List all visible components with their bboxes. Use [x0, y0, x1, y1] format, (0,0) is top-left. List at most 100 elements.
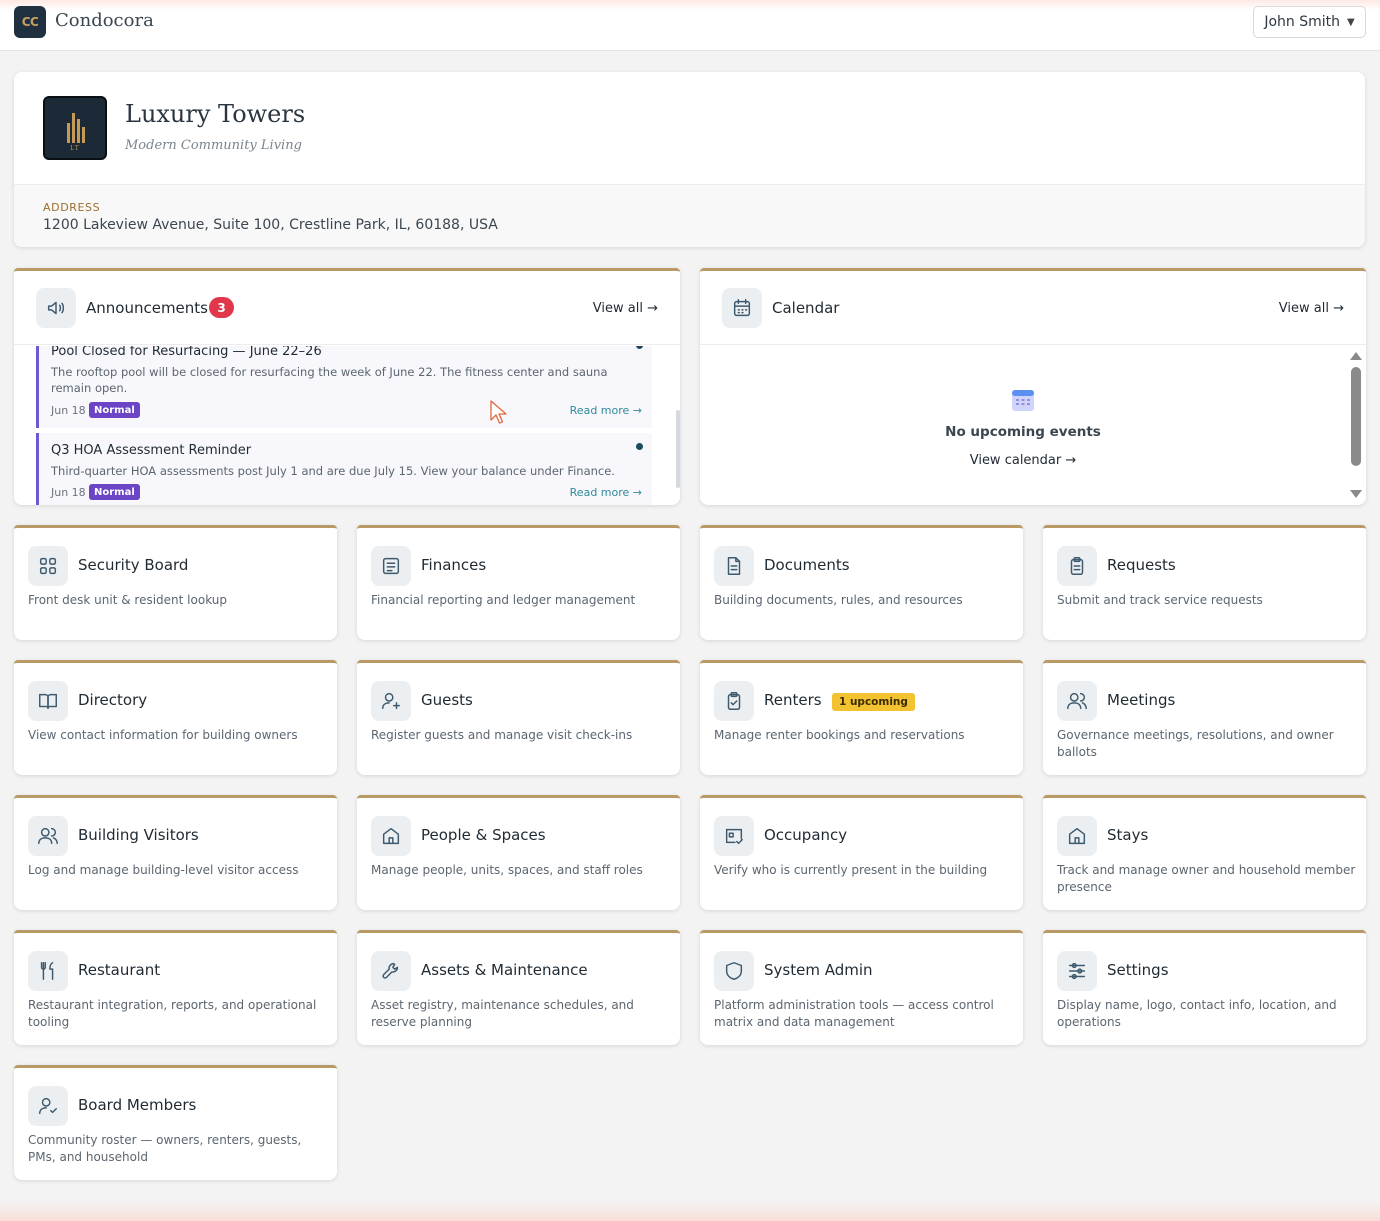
priority-badge: Normal — [89, 402, 140, 418]
mouse-cursor-icon — [490, 400, 507, 424]
module-card-finances[interactable]: Finances Financial reporting and ledger … — [357, 525, 680, 640]
module-description: Display name, logo, contact info, locati… — [1057, 998, 1337, 1029]
announcement-body: Third-quarter HOA assessments post July … — [51, 464, 615, 478]
module-card-stays[interactable]: Stays Track and manage owner and househo… — [1043, 795, 1366, 910]
module-card-settings[interactable]: Settings Display name, logo, contact inf… — [1043, 930, 1366, 1045]
top-bar: CC Condocora John Smith ▼ — [0, 0, 1380, 51]
read-more-link[interactable]: Read more → — [570, 404, 642, 417]
scroll-up-arrow[interactable] — [1350, 352, 1362, 360]
grid-icon — [28, 546, 68, 586]
module-card-board-members[interactable]: Board Members Community roster — owners,… — [14, 1065, 337, 1180]
module-title: Guests — [421, 691, 473, 709]
announcement-title: Q3 HOA Assessment Reminder — [51, 443, 252, 458]
module-title: Renters — [764, 691, 822, 709]
module-card-renters[interactable]: Renters 1 upcoming Manage renter booking… — [700, 660, 1023, 775]
module-card-directory[interactable]: Directory View contact information for b… — [14, 660, 337, 775]
home-icon — [1057, 816, 1097, 856]
module-title: Directory — [78, 691, 148, 709]
priority-badge: Normal — [89, 484, 140, 500]
module-title: People & Spaces — [421, 826, 546, 844]
address-section: ADDRESS 1200 Lakeview Avenue, Suite 100,… — [14, 184, 1365, 247]
module-description: Manage people, units, spaces, and staff … — [371, 863, 643, 877]
module-description: Restaurant integration, reports, and ope… — [28, 998, 317, 1029]
module-description: Manage renter bookings and reservations — [714, 728, 965, 742]
unread-dot — [636, 346, 643, 349]
brand-name[interactable]: Condocora — [55, 10, 154, 31]
module-title: Assets & Maintenance — [421, 961, 588, 979]
app-logo[interactable]: CC — [14, 6, 46, 38]
community-header: LT Luxury Towers Modern Community Living… — [14, 72, 1365, 247]
module-title: Documents — [764, 556, 850, 574]
module-title: Occupancy — [764, 826, 848, 844]
module-title: Requests — [1107, 556, 1176, 574]
announcements-header: Announcements 3 View all → — [14, 271, 680, 345]
module-card-guests[interactable]: Guests Register guests and manage visit … — [357, 660, 680, 775]
module-card-people-spaces[interactable]: People & Spaces Manage people, units, sp… — [357, 795, 680, 910]
module-title: Finances — [421, 556, 487, 574]
module-description: Asset registry, maintenance schedules, a… — [371, 998, 634, 1029]
announcements-view-all-link[interactable]: View all → — [593, 301, 658, 316]
module-title: Settings — [1107, 961, 1169, 979]
community-name: Luxury Towers — [125, 100, 306, 128]
announcement-date: Jun 18 — [51, 404, 86, 417]
user-plus-icon — [371, 681, 411, 721]
module-card-restaurant[interactable]: Restaurant Restaurant integration, repor… — [14, 930, 337, 1045]
module-description: Track and manage owner and household mem… — [1057, 863, 1356, 894]
sliders-icon — [1057, 951, 1097, 991]
module-description: Platform administration tools — access c… — [714, 998, 994, 1029]
calendar-empty-icon — [1012, 390, 1034, 411]
module-title: Building Visitors — [78, 826, 199, 844]
megaphone-icon — [36, 288, 76, 328]
module-description: Front desk unit & resident lookup — [28, 593, 228, 607]
address-label: ADDRESS — [43, 201, 101, 214]
calendar-scrollbar[interactable] — [1351, 367, 1361, 466]
unread-dot — [636, 443, 643, 450]
module-card-building-visitors[interactable]: Building Visitors Log and manage buildin… — [14, 795, 337, 910]
calendar-view-all-link[interactable]: View all → — [1279, 301, 1344, 316]
community-logo: LT — [43, 96, 107, 160]
module-card-security-board[interactable]: Security Board Front desk unit & residen… — [14, 525, 337, 640]
wrench-icon — [371, 951, 411, 991]
module-title: System Admin — [764, 961, 873, 979]
chevron-down-icon: ▼ — [1346, 16, 1355, 28]
announcement-body: The rooftop pool will be closed for resu… — [51, 365, 608, 395]
module-title: Restaurant — [78, 961, 161, 979]
user-check-icon — [28, 1086, 68, 1126]
module-description: Log and manage building-level visitor ac… — [28, 863, 299, 877]
utensils-icon — [28, 951, 68, 991]
module-description: Community roster — owners, renters, gues… — [28, 1133, 302, 1164]
announcement-item[interactable]: Pool Closed for Resurfacing — June 22–26… — [36, 346, 652, 428]
module-card-meetings[interactable]: Meetings Governance meetings, resolution… — [1043, 660, 1366, 775]
calendar-header: Calendar View all → — [700, 271, 1366, 345]
scroll-down-arrow[interactable] — [1350, 490, 1362, 498]
document-icon — [714, 546, 754, 586]
upcoming-badge: 1 upcoming — [832, 693, 915, 711]
announcement-item[interactable]: Q3 HOA Assessment Reminder Third-quarter… — [36, 433, 652, 505]
module-card-system-admin[interactable]: System Admin Platform administration too… — [700, 930, 1023, 1045]
ledger-icon — [371, 546, 411, 586]
announcements-title: Announcements — [86, 299, 208, 317]
users-icon — [1057, 681, 1097, 721]
module-description: Building documents, rules, and resources — [714, 593, 963, 607]
module-card-requests[interactable]: Requests Submit and track service reques… — [1043, 525, 1366, 640]
announcements-count-badge: 3 — [209, 297, 234, 318]
module-description: View contact information for building ow… — [28, 728, 298, 742]
id-check-icon — [714, 816, 754, 856]
module-title: Stays — [1107, 826, 1149, 844]
module-card-assets-maintenance[interactable]: Assets & Maintenance Asset registry, mai… — [357, 930, 680, 1045]
shield-icon — [714, 951, 754, 991]
announcements-list[interactable]: Pool Closed for Resurfacing — June 22–26… — [36, 346, 652, 505]
calendar-panel: Calendar View all → No upcoming events V… — [700, 268, 1366, 505]
calendar-title: Calendar — [772, 299, 840, 317]
module-card-documents[interactable]: Documents Building documents, rules, and… — [700, 525, 1023, 640]
module-card-occupancy[interactable]: Occupancy Verify who is currently presen… — [700, 795, 1023, 910]
read-more-link[interactable]: Read more → — [570, 486, 642, 499]
home-icon — [371, 816, 411, 856]
module-description: Submit and track service requests — [1057, 593, 1263, 607]
announcements-scrollbar[interactable] — [676, 410, 680, 488]
user-menu-button[interactable]: John Smith ▼ — [1253, 6, 1366, 38]
view-calendar-link[interactable]: View calendar → — [700, 453, 1346, 468]
calendar-icon — [722, 288, 762, 328]
user-name: John Smith — [1264, 14, 1340, 30]
book-icon — [28, 681, 68, 721]
